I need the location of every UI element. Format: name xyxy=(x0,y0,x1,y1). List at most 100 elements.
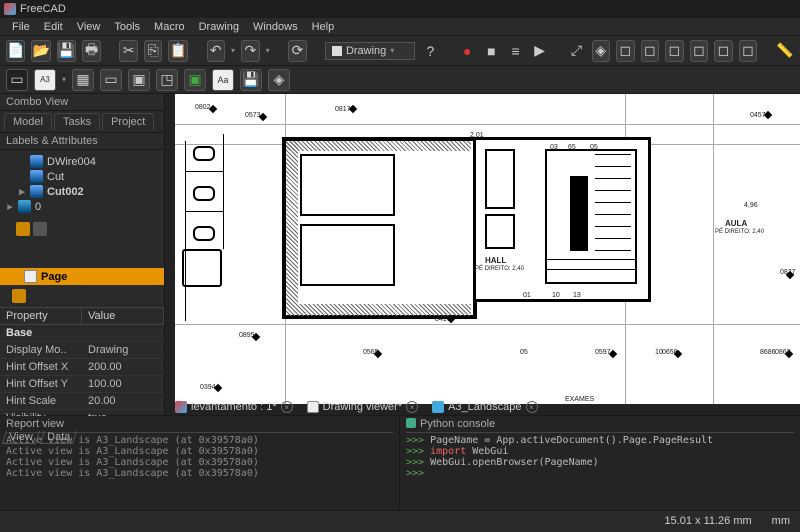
web-icon xyxy=(432,401,444,413)
drawing-viewport[interactable]: HALL PÉ DIREITO: 2,40 AULA PÉ DIREITO: 2… xyxy=(165,94,800,415)
refresh-button[interactable]: ⟳ xyxy=(288,40,307,62)
prop-col-value[interactable]: Value xyxy=(82,308,164,324)
drawing-page[interactable]: HALL PÉ DIREITO: 2,40 AULA PÉ DIREITO: 2… xyxy=(175,94,800,404)
tree-item-cut002[interactable]: ▸ Cut002 xyxy=(4,184,160,199)
draw-save-svg-button[interactable]: 💾 xyxy=(240,69,262,91)
cut-button[interactable]: ✂ xyxy=(119,40,138,62)
draw-insert-view-button[interactable]: ▦ xyxy=(72,69,94,91)
room-label-aula-sub: PÉ DIREITO: 2,40 xyxy=(715,229,764,235)
dim-label: 0573 xyxy=(245,112,261,119)
workbench-select[interactable]: Drawing ▾ xyxy=(325,42,415,60)
copy-button[interactable]: ⎘ xyxy=(144,40,163,62)
redo-dropdown-icon[interactable]: ▾ xyxy=(266,46,270,55)
menu-view[interactable]: View xyxy=(71,19,107,35)
menu-help[interactable]: Help xyxy=(306,19,341,35)
app-icon xyxy=(175,401,187,413)
prop-group-base: Base xyxy=(0,325,82,341)
prop-col-property[interactable]: Property xyxy=(0,308,82,324)
measure-button[interactable]: 📏 xyxy=(776,40,794,62)
dim-label: 10 xyxy=(552,292,560,299)
macro-record-button[interactable]: ● xyxy=(458,40,476,62)
view-fit-button[interactable]: ⤢ xyxy=(567,40,585,62)
doc-tab-levantamento[interactable]: levantamento : 1* × xyxy=(175,401,293,413)
draw-project-shape-button[interactable]: ◈ xyxy=(268,69,290,91)
part-icon xyxy=(30,155,43,168)
dim-label: 0597 xyxy=(595,349,611,356)
doc-tab-drawingviewer[interactable]: Drawing viewer* × xyxy=(307,401,418,413)
prop-row-hintoffsetx[interactable]: Hint Offset X200.00 xyxy=(0,359,164,376)
macro-stop-button[interactable]: ■ xyxy=(482,40,500,62)
draw-export-button[interactable]: Aa xyxy=(212,69,234,91)
prop-row-displaymode[interactable]: Display Mo..Drawing xyxy=(0,342,164,359)
tree-item-dwire004[interactable]: DWire004 xyxy=(4,154,160,169)
pyconsole-line: >>> PageName = App.activeDocument().Page… xyxy=(406,435,794,446)
doc-tab-a3landscape[interactable]: A3_Landscape × xyxy=(432,401,537,413)
new-file-button[interactable]: 📄 xyxy=(6,40,25,62)
menu-macro[interactable]: Macro xyxy=(148,19,191,35)
view-front-button[interactable]: ◻ xyxy=(616,40,635,62)
macro-list-button[interactable]: ≡ xyxy=(506,40,524,62)
macro-play-button[interactable]: ▶ xyxy=(531,40,549,62)
save-file-button[interactable]: 💾 xyxy=(57,40,76,62)
tab-model[interactable]: Model xyxy=(4,113,52,130)
room-label-hall: HALL xyxy=(485,256,506,265)
close-icon[interactable]: × xyxy=(406,401,418,413)
draw-annotation-button[interactable]: ▭ xyxy=(100,69,122,91)
tab-tasks[interactable]: Tasks xyxy=(54,113,100,130)
whatsthis-button[interactable]: ? xyxy=(421,40,439,62)
menu-edit[interactable]: Edit xyxy=(38,19,69,35)
view-left-button[interactable]: ◻ xyxy=(739,40,758,62)
menu-tools[interactable]: Tools xyxy=(108,19,146,35)
view-top-button[interactable]: ◻ xyxy=(641,40,660,62)
view-axo-button[interactable]: ◈ xyxy=(592,40,611,62)
undo-dropdown-icon[interactable]: ▾ xyxy=(231,46,235,55)
view-right-button[interactable]: ◻ xyxy=(665,40,684,62)
close-icon[interactable]: × xyxy=(281,401,293,413)
pyconsole-input[interactable]: >>> xyxy=(406,468,794,479)
menu-file[interactable]: File xyxy=(6,19,36,35)
prop-tab-data[interactable]: Data xyxy=(40,431,77,444)
page-icon xyxy=(307,401,319,413)
tree-header: Labels & Attributes xyxy=(0,133,164,150)
redo-button[interactable]: ↷ xyxy=(241,40,260,62)
draw-a3-button[interactable]: A3 xyxy=(34,69,56,91)
workbench-icon xyxy=(332,46,342,56)
tree-item-cut[interactable]: Cut xyxy=(4,169,160,184)
view-bottom-button[interactable]: ◻ xyxy=(714,40,733,62)
tree-item-page[interactable]: Page xyxy=(0,268,164,285)
draw-open-browser-button[interactable]: ◳ xyxy=(156,69,178,91)
paste-button[interactable]: 📋 xyxy=(168,40,187,62)
status-coords: 15.01 x 11.26 mm xyxy=(664,515,751,527)
menu-drawing[interactable]: Drawing xyxy=(193,19,245,35)
open-file-button[interactable]: 📂 xyxy=(31,40,50,62)
view-rear-button[interactable]: ◻ xyxy=(690,40,709,62)
thumb-icon xyxy=(12,289,26,303)
draw-symbol-button[interactable]: ▣ xyxy=(184,69,206,91)
undo-button[interactable]: ↶ xyxy=(207,40,226,62)
prop-row-hintoffsety[interactable]: Hint Offset Y100.00 xyxy=(0,376,164,393)
print-button[interactable]: 🖶 xyxy=(82,40,101,62)
python-console-panel[interactable]: Python console >>> PageName = App.active… xyxy=(400,416,800,510)
prop-row-hintscale[interactable]: Hint Scale20.00 xyxy=(0,393,164,410)
close-icon[interactable]: × xyxy=(526,401,538,413)
combo-view-title: Combo View xyxy=(0,94,164,111)
menu-windows[interactable]: Windows xyxy=(247,19,304,35)
dim-label: 05 xyxy=(520,349,528,356)
dim-label: 01 xyxy=(523,292,531,299)
model-tree: DWire004 Cut ▸ Cut002 ▸ 0 xyxy=(0,150,164,268)
draw-page-dropdown-icon[interactable]: ▾ xyxy=(62,75,66,84)
report-line: Active view is A3_Landscape (at 0x39578a… xyxy=(6,468,393,479)
prop-tab-view[interactable]: View xyxy=(2,431,40,444)
room-label-aula: AULA xyxy=(725,219,747,228)
tree-item-folder[interactable]: ▸ 0 xyxy=(4,199,160,214)
pyconsole-line: >>> WebGui.openBrowser(PageName) xyxy=(406,457,794,468)
expand-arrow-icon[interactable]: ▸ xyxy=(18,185,26,198)
dim-label: 65 xyxy=(568,144,576,151)
draw-clip-button[interactable]: ▣ xyxy=(128,69,150,91)
expand-arrow-icon[interactable]: ▸ xyxy=(6,200,14,213)
pyconsole-line: >>> import WebGui xyxy=(406,446,794,457)
dim-label: 2,01 xyxy=(470,132,484,139)
workbench-label: Drawing xyxy=(346,45,386,57)
draw-new-page-button[interactable]: ▭ xyxy=(6,69,28,91)
tab-project[interactable]: Project xyxy=(102,113,154,130)
